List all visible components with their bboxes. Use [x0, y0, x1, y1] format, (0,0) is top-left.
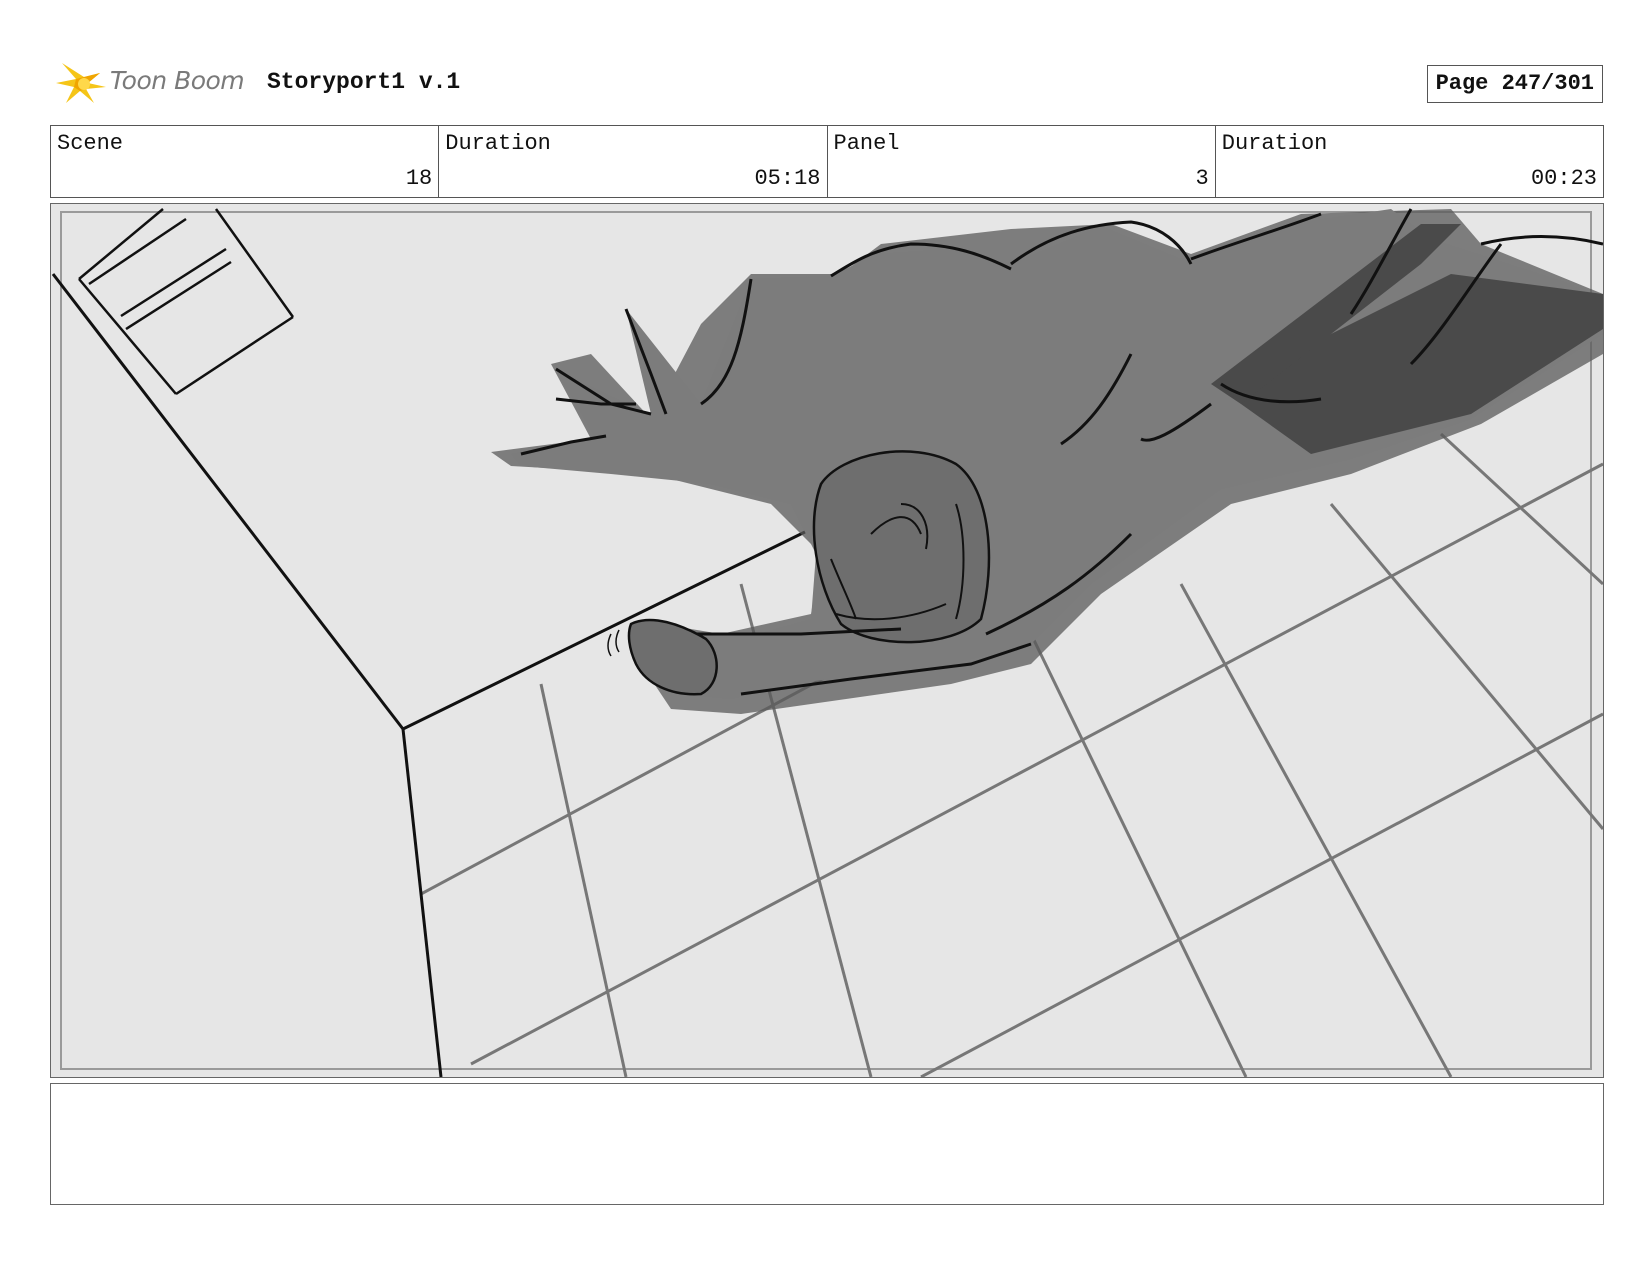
scene-value: 18 [405, 166, 433, 191]
panel-duration-value: 00:23 [1530, 166, 1597, 191]
logo-text: Toon Boom [110, 66, 245, 95]
panel-info-table: Scene 18 Duration 05:18 Panel 3 Duration… [50, 125, 1604, 198]
toon-boom-logo: Toon Boom [54, 57, 264, 107]
page-header: Toon Boom Storyport1 v.1 Page 247/301 [50, 55, 1603, 110]
panel-value: 3 [1195, 166, 1209, 191]
panel-duration-label: Duration [1221, 131, 1328, 156]
page-number: Page 247/301 [1426, 65, 1603, 103]
scene-cell: Scene 18 [51, 126, 440, 197]
scene-duration-value: 05:18 [754, 166, 821, 191]
scene-duration-cell: Duration 05:18 [439, 126, 828, 197]
panel-cell: Panel 3 [828, 126, 1216, 197]
document-title: Storyport1 v.1 [267, 69, 461, 95]
storyboard-panel [50, 203, 1604, 1078]
star-burst-icon [56, 63, 106, 103]
panel-notes-box [50, 1083, 1604, 1205]
scene-duration-label: Duration [445, 131, 551, 156]
scene-label: Scene [57, 131, 124, 156]
panel-duration-cell: Duration 00:23 [1216, 126, 1603, 197]
panel-label: Panel [833, 131, 900, 156]
panel-sketch [51, 204, 1603, 1077]
